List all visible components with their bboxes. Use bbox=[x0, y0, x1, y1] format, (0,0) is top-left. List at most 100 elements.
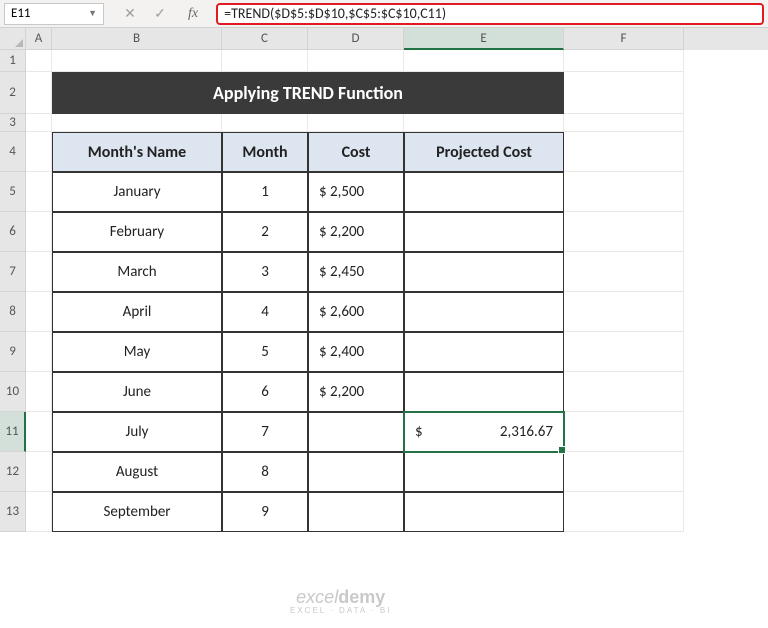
cell[interactable] bbox=[26, 412, 52, 452]
col-header-e[interactable]: E bbox=[404, 28, 564, 50]
cell[interactable] bbox=[52, 114, 222, 132]
row-header[interactable]: 1 bbox=[0, 50, 26, 72]
cell[interactable] bbox=[564, 372, 684, 412]
table-cell[interactable]: $ 2,600 bbox=[308, 292, 404, 332]
table-cell[interactable] bbox=[404, 252, 564, 292]
cell[interactable] bbox=[564, 114, 684, 132]
table-cell[interactable] bbox=[308, 412, 404, 452]
table-cell[interactable]: August bbox=[52, 452, 222, 492]
table-cell[interactable]: 3 bbox=[222, 252, 308, 292]
col-header-d[interactable]: D bbox=[308, 28, 404, 50]
header-month-name[interactable]: Month's Name bbox=[52, 132, 222, 172]
cell[interactable] bbox=[26, 492, 52, 532]
table-cell[interactable]: 4 bbox=[222, 292, 308, 332]
cancel-icon[interactable]: ✕ bbox=[122, 5, 138, 22]
selected-cell[interactable]: $ 2,316.67 bbox=[404, 412, 564, 452]
cell[interactable] bbox=[26, 72, 52, 114]
table-cell[interactable]: February bbox=[52, 212, 222, 252]
table-cell[interactable]: 7 bbox=[222, 412, 308, 452]
row-header[interactable]: 11 bbox=[0, 412, 26, 452]
name-box[interactable]: E11 ▼ bbox=[4, 3, 104, 25]
row-header[interactable]: 3 bbox=[0, 114, 26, 132]
cell[interactable] bbox=[564, 212, 684, 252]
cell[interactable] bbox=[564, 492, 684, 532]
cell[interactable] bbox=[404, 50, 564, 72]
cell[interactable] bbox=[564, 452, 684, 492]
col-header-c[interactable]: C bbox=[222, 28, 308, 50]
cell[interactable] bbox=[564, 412, 684, 452]
enter-icon[interactable]: ✓ bbox=[152, 5, 168, 22]
cell[interactable] bbox=[308, 50, 404, 72]
table-cell[interactable]: June bbox=[52, 372, 222, 412]
row-header[interactable]: 8 bbox=[0, 292, 26, 332]
table-cell[interactable]: $ 2,500 bbox=[308, 172, 404, 212]
row-header[interactable]: 12 bbox=[0, 452, 26, 492]
row-header[interactable]: 5 bbox=[0, 172, 26, 212]
table-cell[interactable]: 8 bbox=[222, 452, 308, 492]
cell[interactable] bbox=[564, 292, 684, 332]
table-cell[interactable]: 5 bbox=[222, 332, 308, 372]
table-cell[interactable]: April bbox=[52, 292, 222, 332]
col-header-a[interactable]: A bbox=[26, 28, 52, 50]
table-cell[interactable]: $ 2,200 bbox=[308, 372, 404, 412]
table-cell[interactable]: March bbox=[52, 252, 222, 292]
cell[interactable] bbox=[564, 132, 684, 172]
cell[interactable] bbox=[26, 50, 52, 72]
cell[interactable] bbox=[26, 252, 52, 292]
table-cell[interactable]: $ 2,450 bbox=[308, 252, 404, 292]
table-cell[interactable]: 1 bbox=[222, 172, 308, 212]
cell[interactable] bbox=[26, 332, 52, 372]
table-cell[interactable]: January bbox=[52, 172, 222, 212]
header-month[interactable]: Month bbox=[222, 132, 308, 172]
col-header-b[interactable]: B bbox=[52, 28, 222, 50]
row-header[interactable]: 9 bbox=[0, 332, 26, 372]
cell[interactable] bbox=[26, 452, 52, 492]
row-header[interactable]: 13 bbox=[0, 492, 26, 532]
formula-input[interactable]: =TREND($D$5:$D$10,$C$5:$C$10,C11) bbox=[216, 3, 764, 25]
cell[interactable] bbox=[26, 114, 52, 132]
row-header[interactable]: 10 bbox=[0, 372, 26, 412]
cell[interactable] bbox=[404, 114, 564, 132]
table-cell[interactable]: 9 bbox=[222, 492, 308, 532]
chevron-down-icon[interactable]: ▼ bbox=[88, 8, 97, 19]
table-cell[interactable]: May bbox=[52, 332, 222, 372]
cell[interactable] bbox=[26, 132, 52, 172]
table-cell[interactable]: $ 2,200 bbox=[308, 212, 404, 252]
row-header[interactable]: 7 bbox=[0, 252, 26, 292]
table-cell[interactable] bbox=[404, 452, 564, 492]
title-cell[interactable]: Applying TREND Function bbox=[52, 72, 564, 114]
cell[interactable] bbox=[26, 172, 52, 212]
select-all-button[interactable] bbox=[0, 28, 26, 50]
row-header[interactable]: 6 bbox=[0, 212, 26, 252]
header-projected-cost[interactable]: Projected Cost bbox=[404, 132, 564, 172]
row-header[interactable]: 4 bbox=[0, 132, 26, 172]
row-header[interactable]: 2 bbox=[0, 72, 26, 114]
table-cell[interactable]: 6 bbox=[222, 372, 308, 412]
cell[interactable] bbox=[222, 50, 308, 72]
header-cost[interactable]: Cost bbox=[308, 132, 404, 172]
cell[interactable] bbox=[564, 252, 684, 292]
cell[interactable] bbox=[26, 212, 52, 252]
table-cell[interactable] bbox=[308, 452, 404, 492]
table-cell[interactable]: July bbox=[52, 412, 222, 452]
table-cell[interactable] bbox=[404, 212, 564, 252]
table-cell[interactable] bbox=[404, 172, 564, 212]
table-cell[interactable]: September bbox=[52, 492, 222, 532]
cell[interactable] bbox=[564, 172, 684, 212]
cell[interactable] bbox=[26, 292, 52, 332]
cell[interactable] bbox=[564, 72, 684, 114]
cell[interactable] bbox=[308, 114, 404, 132]
cell[interactable] bbox=[222, 114, 308, 132]
table-cell[interactable] bbox=[308, 492, 404, 532]
table-cell[interactable]: 2 bbox=[222, 212, 308, 252]
table-cell[interactable]: $ 2,400 bbox=[308, 332, 404, 372]
fx-icon[interactable]: fx bbox=[182, 6, 204, 22]
table-cell[interactable] bbox=[404, 332, 564, 372]
cell[interactable] bbox=[564, 332, 684, 372]
cell[interactable] bbox=[52, 50, 222, 72]
cell[interactable] bbox=[26, 372, 52, 412]
table-cell[interactable] bbox=[404, 492, 564, 532]
col-header-f[interactable]: F bbox=[564, 28, 684, 50]
table-cell[interactable] bbox=[404, 292, 564, 332]
table-cell[interactable] bbox=[404, 372, 564, 412]
